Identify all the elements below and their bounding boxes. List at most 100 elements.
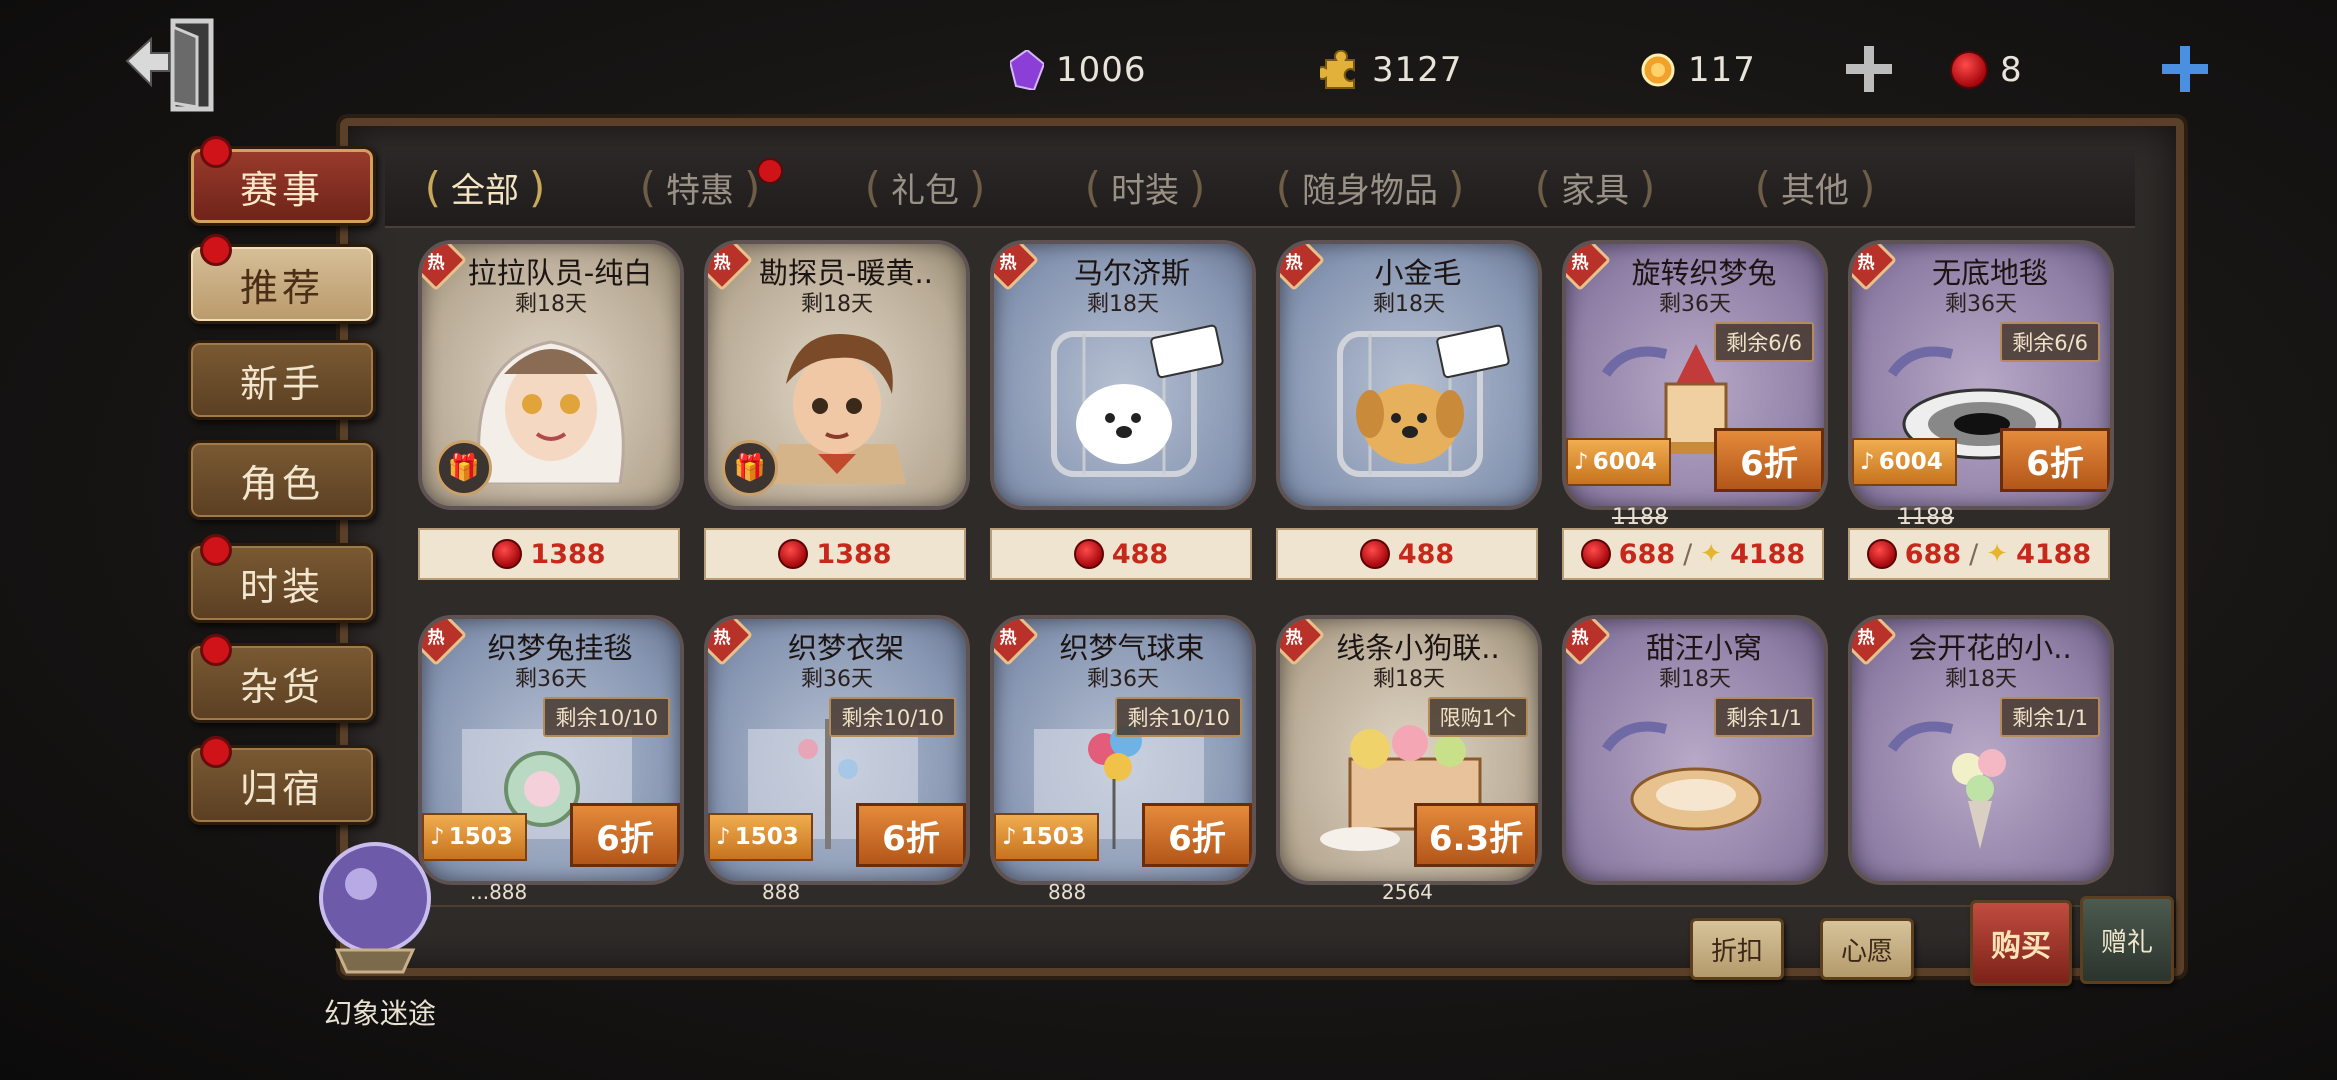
notes-price-tag: ♪ 6004 xyxy=(1852,438,1957,486)
product-card[interactable]: 热 织梦气球束 剩36天 剩余10/10 ♪ 1503 6折 xyxy=(990,615,1256,885)
product-card[interactable]: 热 拉拉队员-纯白 剩18天 🎁 xyxy=(418,240,684,510)
laurel-right-icon: ) xyxy=(1448,162,1465,212)
laurel-right-icon: ) xyxy=(1639,162,1656,212)
tab-furniture[interactable]: ( 家具 ) xyxy=(1485,148,1705,226)
wishlist-button[interactable]: 心愿 xyxy=(1820,918,1915,980)
price-bar[interactable]: 488 xyxy=(1276,528,1538,580)
laurel-left-icon: ( xyxy=(639,162,656,212)
discount-button[interactable]: 折扣 xyxy=(1690,918,1785,980)
notification-dot xyxy=(200,534,232,566)
plus-icon xyxy=(2162,46,2208,92)
product-card[interactable]: 热 织梦兔挂毯 剩36天 剩余10/10 ♪ 1503 6折 xyxy=(418,615,684,885)
gift-button-label: 赠礼 xyxy=(2101,927,2154,958)
puzzle-amount: 3127 xyxy=(1372,50,1463,90)
discount-tag: 6折 xyxy=(2000,428,2110,492)
laurel-left-icon: ( xyxy=(424,162,441,212)
partial-price: 888 xyxy=(762,880,801,904)
exit-button[interactable] xyxy=(125,15,225,115)
plus-icon xyxy=(1846,46,1892,92)
product-card[interactable]: 热 线条小狗联.. 剩18天 限购1个 6.3折 xyxy=(1276,615,1542,885)
crystal-ball-icon xyxy=(319,842,431,974)
side-nav-label: 角色 xyxy=(239,461,324,506)
price-bar[interactable]: 688 / ✦ 4188 xyxy=(1562,528,1824,580)
product-card[interactable]: 热 会开花的小.. 剩18天 剩余1/1 xyxy=(1848,615,2114,885)
tab-costume[interactable]: ( 时装 ) xyxy=(1035,148,1255,226)
gold-medal-icon xyxy=(1641,53,1675,87)
side-nav-label: 杂货 xyxy=(239,664,324,709)
notification-dot xyxy=(200,136,232,168)
price-bar[interactable]: 488 xyxy=(990,528,1252,580)
partial-price: 888 xyxy=(1048,880,1087,904)
notification-dot xyxy=(200,736,232,768)
laurel-left-icon: ( xyxy=(1275,162,1292,212)
tab-gift-pack[interactable]: ( 礼包 ) xyxy=(815,148,1035,226)
discount-tag: 6折 xyxy=(1714,428,1824,492)
laurel-left-icon: ( xyxy=(1754,162,1771,212)
crystal-amount: 1006 xyxy=(1056,50,1147,90)
gift-button[interactable]: 赠礼 xyxy=(2080,896,2175,984)
tab-label: 特惠 xyxy=(666,170,734,211)
side-nav-newbie[interactable]: 新手 xyxy=(188,340,376,420)
discount-tag: 6.3折 xyxy=(1414,803,1538,867)
laurel-left-icon: ( xyxy=(1534,162,1551,212)
puzzle-piece-icon xyxy=(1320,50,1355,89)
product-card[interactable]: 热 勘探员-暖黄.. 剩18天 🎁 xyxy=(704,240,970,510)
puzzle-piece-icon: ✦ xyxy=(1700,539,1723,569)
product-card[interactable]: 热 小金毛 剩18天 xyxy=(1276,240,1542,510)
partial-price: ...888 xyxy=(470,880,528,904)
stock-remaining: 剩余10/10 xyxy=(1115,697,1242,737)
add-red-coin-button[interactable] xyxy=(2158,42,2212,100)
laurel-left-icon: ( xyxy=(864,162,881,212)
illusion-crystal-button[interactable] xyxy=(315,840,435,980)
notes-price-tag: ♪ 1503 xyxy=(422,813,527,861)
partial-price: 2564 xyxy=(1382,880,1433,904)
side-nav-label: 归宿 xyxy=(239,766,324,811)
price-bar[interactable]: 1388 xyxy=(418,528,680,580)
price-value: 1388 xyxy=(816,538,892,570)
tab-all[interactable]: ( 全部 ) xyxy=(385,148,585,226)
category-tab-bar: ( 全部 ) ( 特惠 ) ( 礼包 ) ( 时装 ) ( 随身物品 ) ( 家… xyxy=(385,148,2135,228)
buy-button-label: 购买 xyxy=(1991,929,2051,964)
price-bar[interactable]: 688 / ✦ 4188 xyxy=(1848,528,2110,580)
discount-tag: 6折 xyxy=(856,803,966,867)
notes-amount: 1503 xyxy=(448,824,513,850)
red-coin-icon xyxy=(1580,539,1611,569)
product-card[interactable]: 热 无底地毯 剩36天 剩余6/6 ♪ 6004 6折 xyxy=(1848,240,2114,510)
price-bar[interactable]: 1388 xyxy=(704,528,966,580)
tab-label: 其他 xyxy=(1781,170,1849,211)
red-coin-icon xyxy=(492,539,523,569)
product-card[interactable]: 热 甜汪小窝 剩18天 剩余1/1 xyxy=(1562,615,1828,885)
puzzle-price-value: 4188 xyxy=(1730,538,1806,570)
puzzle-price-value: 4188 xyxy=(2016,538,2092,570)
white-dog-cage-icon xyxy=(1051,324,1224,477)
stock-remaining: 剩余10/10 xyxy=(829,697,956,737)
exit-door-icon xyxy=(125,18,214,112)
buy-button[interactable]: 购买 xyxy=(1970,900,2072,986)
notes-price-tag: ♪ 1503 xyxy=(708,813,813,861)
purchase-limit: 限购1个 xyxy=(1427,697,1528,737)
notes-price-tag: ♪ 1503 xyxy=(994,813,1099,861)
red-coin-icon xyxy=(1073,539,1104,569)
tab-label: 礼包 xyxy=(891,170,959,211)
product-card[interactable]: 热 旋转织梦兔 剩36天 剩余6/6 ♪ 6004 6折 xyxy=(1562,240,1828,510)
notes-amount: 1503 xyxy=(1020,824,1085,850)
side-nav-character[interactable]: 角色 xyxy=(188,440,376,520)
tab-accessory[interactable]: ( 随身物品 ) xyxy=(1255,148,1485,226)
tab-special-offer[interactable]: ( 特惠 ) xyxy=(585,148,815,226)
currency-crystal: 1006 xyxy=(1010,40,1147,100)
gift-icon: 🎁 xyxy=(436,440,492,496)
add-medal-button[interactable] xyxy=(1842,42,1896,100)
stock-remaining: 剩余1/1 xyxy=(2000,697,2100,737)
product-card[interactable]: 热 织梦衣架 剩36天 剩余10/10 ♪ 1503 6折 xyxy=(704,615,970,885)
tab-other[interactable]: ( 其他 ) xyxy=(1705,148,1925,226)
price-separator: / xyxy=(1969,538,1979,570)
discount-button-label: 折扣 xyxy=(1711,936,1764,967)
purple-crystal-icon xyxy=(1010,50,1044,90)
price-value: 688 xyxy=(1618,538,1676,570)
price-separator: / xyxy=(1683,538,1693,570)
stock-remaining: 剩余6/6 xyxy=(2000,322,2100,362)
currency-medal: 117 xyxy=(1640,40,1756,100)
notification-dot xyxy=(200,234,232,266)
stock-remaining: 剩余10/10 xyxy=(543,697,670,737)
product-card[interactable]: 热 马尔济斯 剩18天 xyxy=(990,240,1256,510)
